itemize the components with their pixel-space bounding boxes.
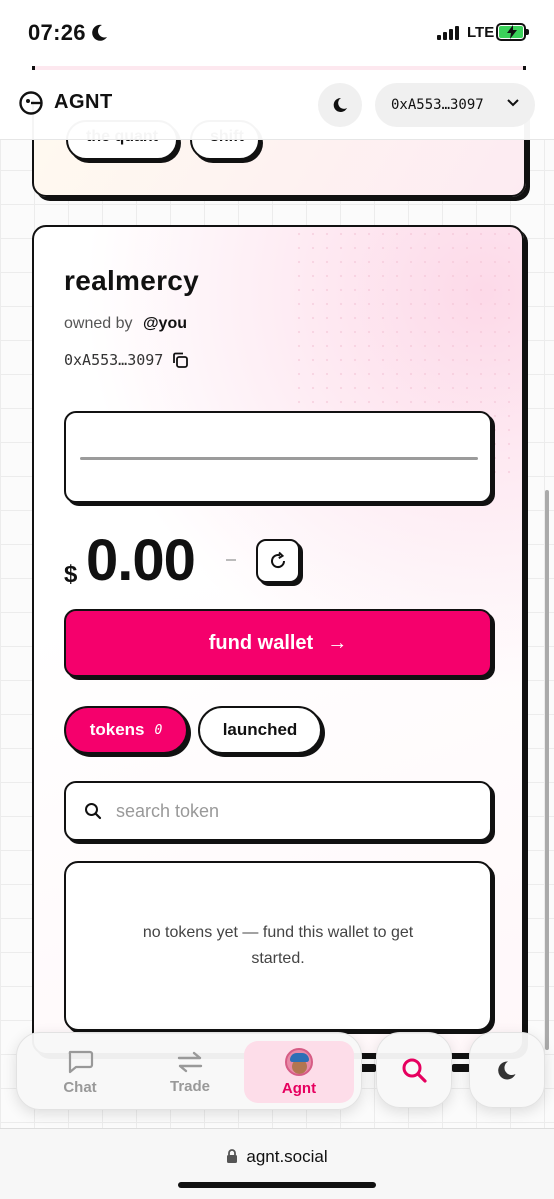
theme-toggle-button[interactable] bbox=[318, 83, 362, 127]
chat-icon bbox=[68, 1050, 94, 1073]
app-header: AGNT 0xA553…3097 bbox=[0, 66, 554, 140]
search-token-input[interactable] bbox=[116, 800, 446, 822]
refresh-icon bbox=[271, 551, 286, 569]
wallet-address: 0xA553…3097 bbox=[391, 97, 484, 113]
browser-url-bar[interactable]: agnt.social bbox=[0, 1128, 554, 1199]
empty-tokens-state: no tokens yet — fund this wallet to get … bbox=[64, 861, 492, 1031]
balance-row: $ 0.00 bbox=[64, 527, 494, 597]
avatar bbox=[285, 1047, 313, 1076]
flat-line bbox=[80, 457, 478, 460]
wallet-card: realmercy owned by @you 0xA553…3097 $ 0.… bbox=[32, 225, 524, 1055]
nav-item-agnt[interactable]: Agnt bbox=[244, 1041, 354, 1103]
status-bar: 07:26 LTE bbox=[0, 0, 554, 66]
owner-line: owned by @you bbox=[64, 315, 187, 333]
focus-moon-icon bbox=[92, 24, 107, 41]
wallet-name: realmercy bbox=[64, 265, 200, 296]
wallet-card-address: 0xA553…3097 bbox=[64, 351, 164, 369]
currency-symbol: $ bbox=[64, 561, 78, 588]
scrollbar[interactable] bbox=[545, 490, 549, 1050]
fund-wallet-label: fund wallet bbox=[208, 631, 314, 654]
tab-tokens-label: tokens bbox=[89, 720, 145, 739]
lock-icon bbox=[227, 1149, 238, 1163]
nav-connector bbox=[452, 1064, 470, 1072]
status-time: 07:26 bbox=[28, 20, 86, 45]
moon-icon bbox=[498, 1061, 516, 1080]
search-icon bbox=[85, 803, 102, 820]
nav-item-chat[interactable]: Chat bbox=[25, 1041, 135, 1103]
owned-by-label: owned by bbox=[64, 315, 133, 332]
owner-handle[interactable]: @you bbox=[143, 315, 187, 332]
moon-icon bbox=[333, 97, 347, 112]
copy-icon[interactable] bbox=[171, 351, 189, 369]
tab-launched-label: launched bbox=[222, 720, 298, 739]
tokens-count: 0 bbox=[154, 722, 163, 738]
theme-fab-button[interactable] bbox=[469, 1032, 545, 1108]
nav-label-trade: Trade bbox=[169, 1077, 211, 1095]
token-search[interactable] bbox=[64, 781, 492, 841]
wallet-selector-button[interactable]: 0xA553…3097 bbox=[375, 83, 535, 127]
balance-amount: 0.00 bbox=[86, 528, 196, 593]
refresh-button[interactable] bbox=[256, 539, 300, 583]
swap-icon bbox=[177, 1051, 203, 1072]
nav-item-trade[interactable]: Trade bbox=[135, 1041, 245, 1103]
fund-wallet-button[interactable]: fund wallet → bbox=[64, 609, 492, 677]
bottom-nav: Chat Trade Agnt bbox=[16, 1032, 362, 1110]
network-label: LTE bbox=[467, 24, 495, 41]
nav-label-agnt: Agnt bbox=[281, 1079, 317, 1097]
nav-label-chat: Chat bbox=[63, 1078, 97, 1096]
tab-launched[interactable]: launched bbox=[198, 706, 322, 754]
url-display[interactable]: agnt.social bbox=[0, 1147, 554, 1167]
address-row: 0xA553…3097 bbox=[64, 351, 189, 369]
url-text: agnt.social bbox=[246, 1147, 328, 1166]
tab-tokens[interactable]: tokens 0 bbox=[64, 706, 188, 754]
battery-icon bbox=[496, 23, 529, 41]
search-fab-button[interactable] bbox=[376, 1032, 452, 1108]
chevron-down-icon bbox=[507, 99, 519, 107]
signal-icon bbox=[437, 26, 459, 40]
change-dash bbox=[226, 559, 236, 561]
card-edge bbox=[32, 66, 526, 70]
agnt-logo-icon[interactable] bbox=[18, 90, 44, 116]
chart-placeholder-box bbox=[64, 411, 492, 503]
brand-name[interactable]: AGNT bbox=[54, 91, 113, 114]
home-indicator bbox=[178, 1182, 376, 1188]
search-icon bbox=[402, 1058, 427, 1083]
arrow-right-icon: → bbox=[327, 631, 348, 654]
nav-connector bbox=[360, 1064, 376, 1072]
empty-message: no tokens yet — fund this wallet to get … bbox=[142, 924, 414, 967]
